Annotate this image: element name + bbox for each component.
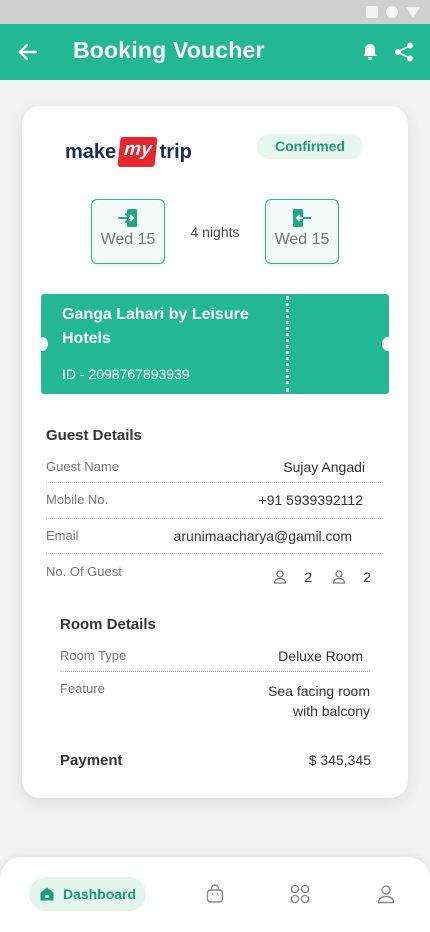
guest-name-label: Guest Name <box>46 459 119 474</box>
page-title: Booking Voucher <box>73 37 265 63</box>
email-label: Email <box>46 528 79 543</box>
status-badge: Confirmed <box>257 134 363 159</box>
checkout-date: Wed 15 <box>274 231 330 248</box>
feature-label: Feature <box>60 681 105 696</box>
payment-value: $ 345,345 <box>308 752 371 768</box>
payment-label: Payment <box>60 752 123 769</box>
mobile-label: Mobile No. <box>46 492 109 507</box>
email-value: arunimaacharya@gamil.com <box>173 528 352 544</box>
app-bar: Booking Voucher <box>0 24 430 80</box>
ticket-perforation <box>286 296 289 392</box>
checkout-date-box: Wed 15 <box>265 199 339 264</box>
profile-icon[interactable] <box>376 884 396 904</box>
checkin-date-box: Wed 15 <box>91 199 165 264</box>
bottom-nav: Dashboard <box>0 857 430 932</box>
hotel-ticket: Ganga Lahari by Leisure Hotels ID - 2098… <box>36 294 394 394</box>
guest-count-label: No. Of Guest <box>46 564 122 579</box>
room-type-value: Deluxe Room <box>278 648 363 664</box>
share-icon[interactable] <box>393 41 415 63</box>
guest-counts: 2 2 <box>273 569 371 585</box>
guest-name-row: Guest Name Sujay Angadi <box>46 459 365 475</box>
guest-name-value: Sujay Angadi <box>283 459 365 475</box>
feature-value: Sea facing room with balcony <box>268 681 370 721</box>
bell-icon[interactable] <box>360 42 380 62</box>
checkout-icon <box>292 208 312 228</box>
mobile-value: +91 5939392112 <box>258 492 363 508</box>
feature-row: Feature Sea facing room with balcony <box>60 681 370 721</box>
room-type-row: Room Type Deluxe Room <box>60 648 363 664</box>
logo-text-my: my <box>117 137 159 167</box>
ticket-notch-left <box>36 337 48 351</box>
nav-dashboard-label: Dashboard <box>62 886 137 902</box>
adult-count: 2 <box>304 569 313 585</box>
child-icon <box>332 570 346 584</box>
room-type-label: Room Type <box>60 648 127 663</box>
signal-triangle-icon <box>406 6 420 18</box>
mobile-row: Mobile No. +91 5939392112 <box>46 492 363 508</box>
nav-dashboard[interactable]: Dashboard <box>29 877 146 911</box>
child-count: 2 <box>363 569 371 585</box>
checkin-icon <box>118 208 138 228</box>
logo-text-make: make <box>65 140 117 163</box>
divider <box>46 482 381 483</box>
back-arrow-icon[interactable] <box>16 40 40 64</box>
room-details-title: Room Details <box>60 616 156 633</box>
nights-count: 4 nights <box>190 224 240 240</box>
booking-voucher-card: make my trip Confirmed Wed 15 4 nights W… <box>22 106 408 798</box>
guest-count-row: No. Of Guest 2 2 <box>46 564 371 585</box>
booking-id: ID - 2098767893939 <box>62 366 190 382</box>
shopping-bag-icon[interactable] <box>205 884 225 904</box>
adult-icon <box>273 570 287 584</box>
logo-text-trip: trip <box>159 140 192 163</box>
email-row: Email arunimaacharya@gamil.com <box>46 528 352 544</box>
divider <box>60 671 370 672</box>
hotel-name: Ganga Lahari by Leisure Hotels <box>62 306 249 347</box>
feature-value-line2: with balcony <box>292 703 370 719</box>
status-bar <box>0 0 430 24</box>
grid-apps-icon[interactable] <box>290 884 310 904</box>
checkin-date: Wed 15 <box>100 231 156 248</box>
divider <box>46 553 381 554</box>
recent-apps-icon <box>366 6 378 18</box>
feature-value-line1: Sea facing room <box>268 683 370 699</box>
guest-details-title: Guest Details <box>46 427 142 444</box>
home-icon <box>39 886 55 902</box>
divider <box>46 518 381 519</box>
home-circle-icon <box>386 6 398 18</box>
ticket-notch-right <box>382 337 394 351</box>
makemytrip-logo: make my trip <box>65 134 192 170</box>
